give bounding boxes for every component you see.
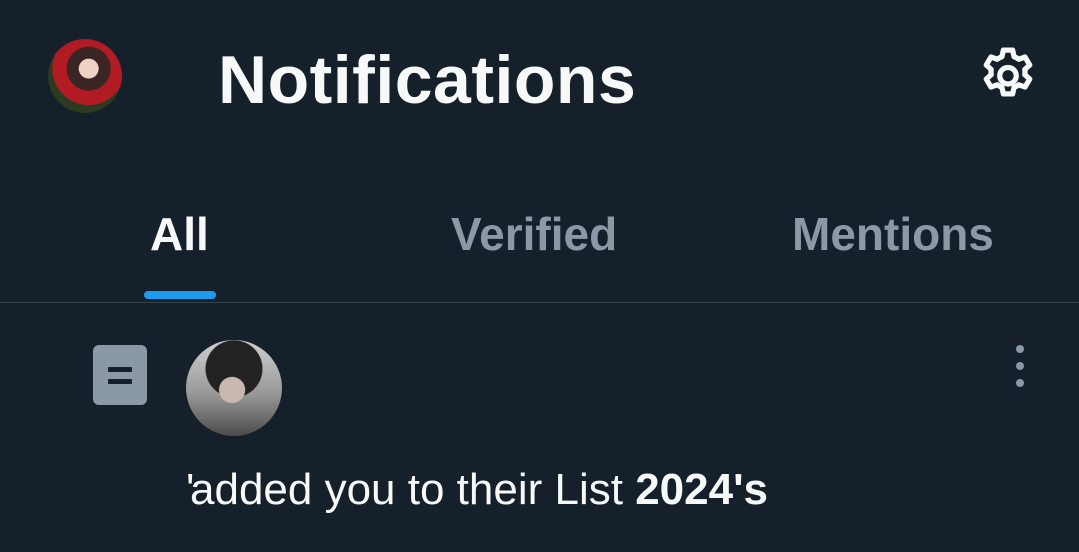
- notification-text: 'added you to their List 2024's: [186, 463, 768, 517]
- action-text: added you to their List: [190, 465, 636, 514]
- more-options-button[interactable]: [1004, 343, 1036, 389]
- header: Notifications: [0, 0, 1079, 150]
- gear-icon: [983, 47, 1033, 97]
- more-vertical-icon: [1016, 345, 1024, 353]
- tab-mentions[interactable]: Mentions: [792, 206, 994, 262]
- list-icon: [93, 345, 147, 405]
- tab-verified[interactable]: Verified: [451, 206, 617, 262]
- list-name[interactable]: 2024's: [635, 465, 768, 514]
- tab-bar: All Verified Mentions: [0, 168, 1079, 303]
- page-title: Notifications: [218, 42, 637, 118]
- active-tab-indicator: [144, 291, 216, 299]
- notifications-screen: Notifications All Verified Mentions 'add…: [0, 0, 1079, 552]
- notification-item[interactable]: 'added you to their List 2024's: [0, 303, 1079, 552]
- tab-all[interactable]: All: [150, 206, 209, 262]
- profile-avatar[interactable]: [48, 39, 122, 113]
- actor-avatar[interactable]: [186, 340, 282, 436]
- settings-button[interactable]: [968, 36, 1048, 116]
